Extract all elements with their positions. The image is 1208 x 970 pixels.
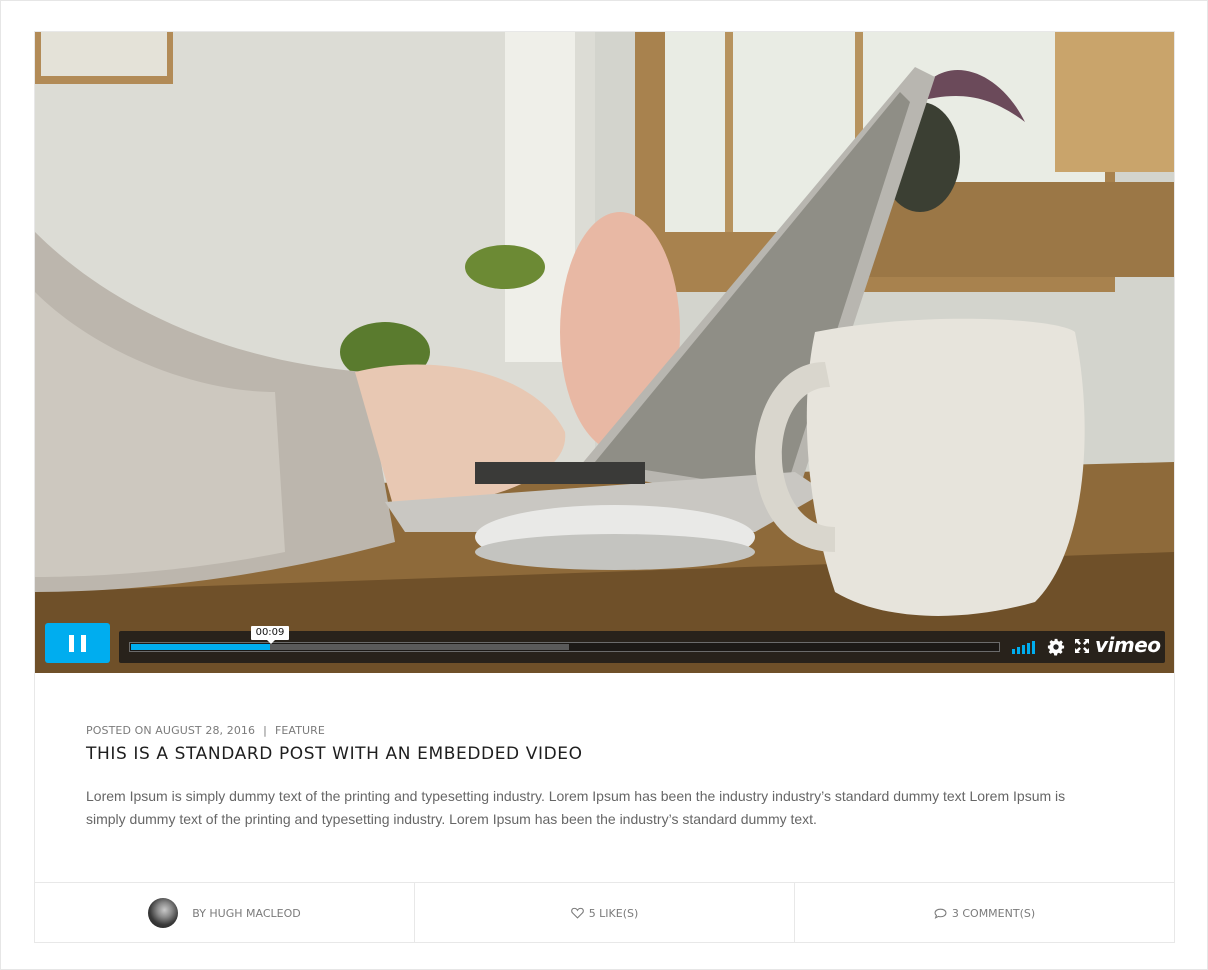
- author-name: BY HUGH MACLEOD: [192, 906, 301, 920]
- post-meta: POSTED ON AUGUST 28, 2016 | FEATURE: [86, 724, 325, 737]
- post-date: POSTED ON AUGUST 28, 2016: [86, 724, 256, 737]
- video-player[interactable]: 00:09 vimeo: [35, 32, 1174, 673]
- author-link[interactable]: BY HUGH MACLEOD: [148, 898, 301, 928]
- video-controls: 00:09 vimeo: [45, 623, 1165, 663]
- settings-gear-icon[interactable]: [1047, 638, 1065, 656]
- post-excerpt: Lorem Ipsum is simply dummy text of the …: [86, 788, 1066, 827]
- played-fill: [131, 644, 270, 650]
- post-title[interactable]: THIS IS A STANDARD POST WITH AN EMBEDDED…: [86, 744, 583, 764]
- comment-icon: [934, 908, 947, 919]
- fullscreen-icon[interactable]: [1075, 639, 1089, 653]
- volume-icon[interactable]: [1012, 640, 1036, 654]
- comments-link[interactable]: 3 COMMENT(S): [934, 907, 1035, 920]
- comments-count: 3 COMMENT(S): [951, 906, 1036, 920]
- meta-separator: |: [263, 724, 267, 737]
- comments-cell: 3 COMMENT(S): [795, 883, 1174, 943]
- avatar: [148, 898, 179, 928]
- video-frame-image: [35, 32, 1174, 673]
- post-card: 00:09 vimeo POSTED ON AUGUST 28, 2016 | FE…: [34, 31, 1175, 943]
- control-bar: 00:09 vimeo: [119, 626, 1165, 663]
- author-cell: BY HUGH MACLEOD: [35, 883, 415, 943]
- post-footer: BY HUGH MACLEOD 5 LIKE(S) 3 COMMENT(S): [35, 882, 1174, 943]
- likes-count: 5 LIKE(S): [588, 906, 639, 920]
- progress-bar[interactable]: 00:09: [129, 626, 1000, 652]
- likes-cell: 5 LIKE(S): [415, 883, 795, 943]
- heart-icon: [570, 907, 584, 919]
- vimeo-logo[interactable]: vimeo: [1095, 633, 1161, 657]
- like-button[interactable]: 5 LIKE(S): [570, 906, 639, 920]
- current-time-tooltip: 00:09: [251, 626, 289, 644]
- category-link[interactable]: FEATURE: [275, 724, 325, 737]
- pause-button[interactable]: [45, 623, 110, 663]
